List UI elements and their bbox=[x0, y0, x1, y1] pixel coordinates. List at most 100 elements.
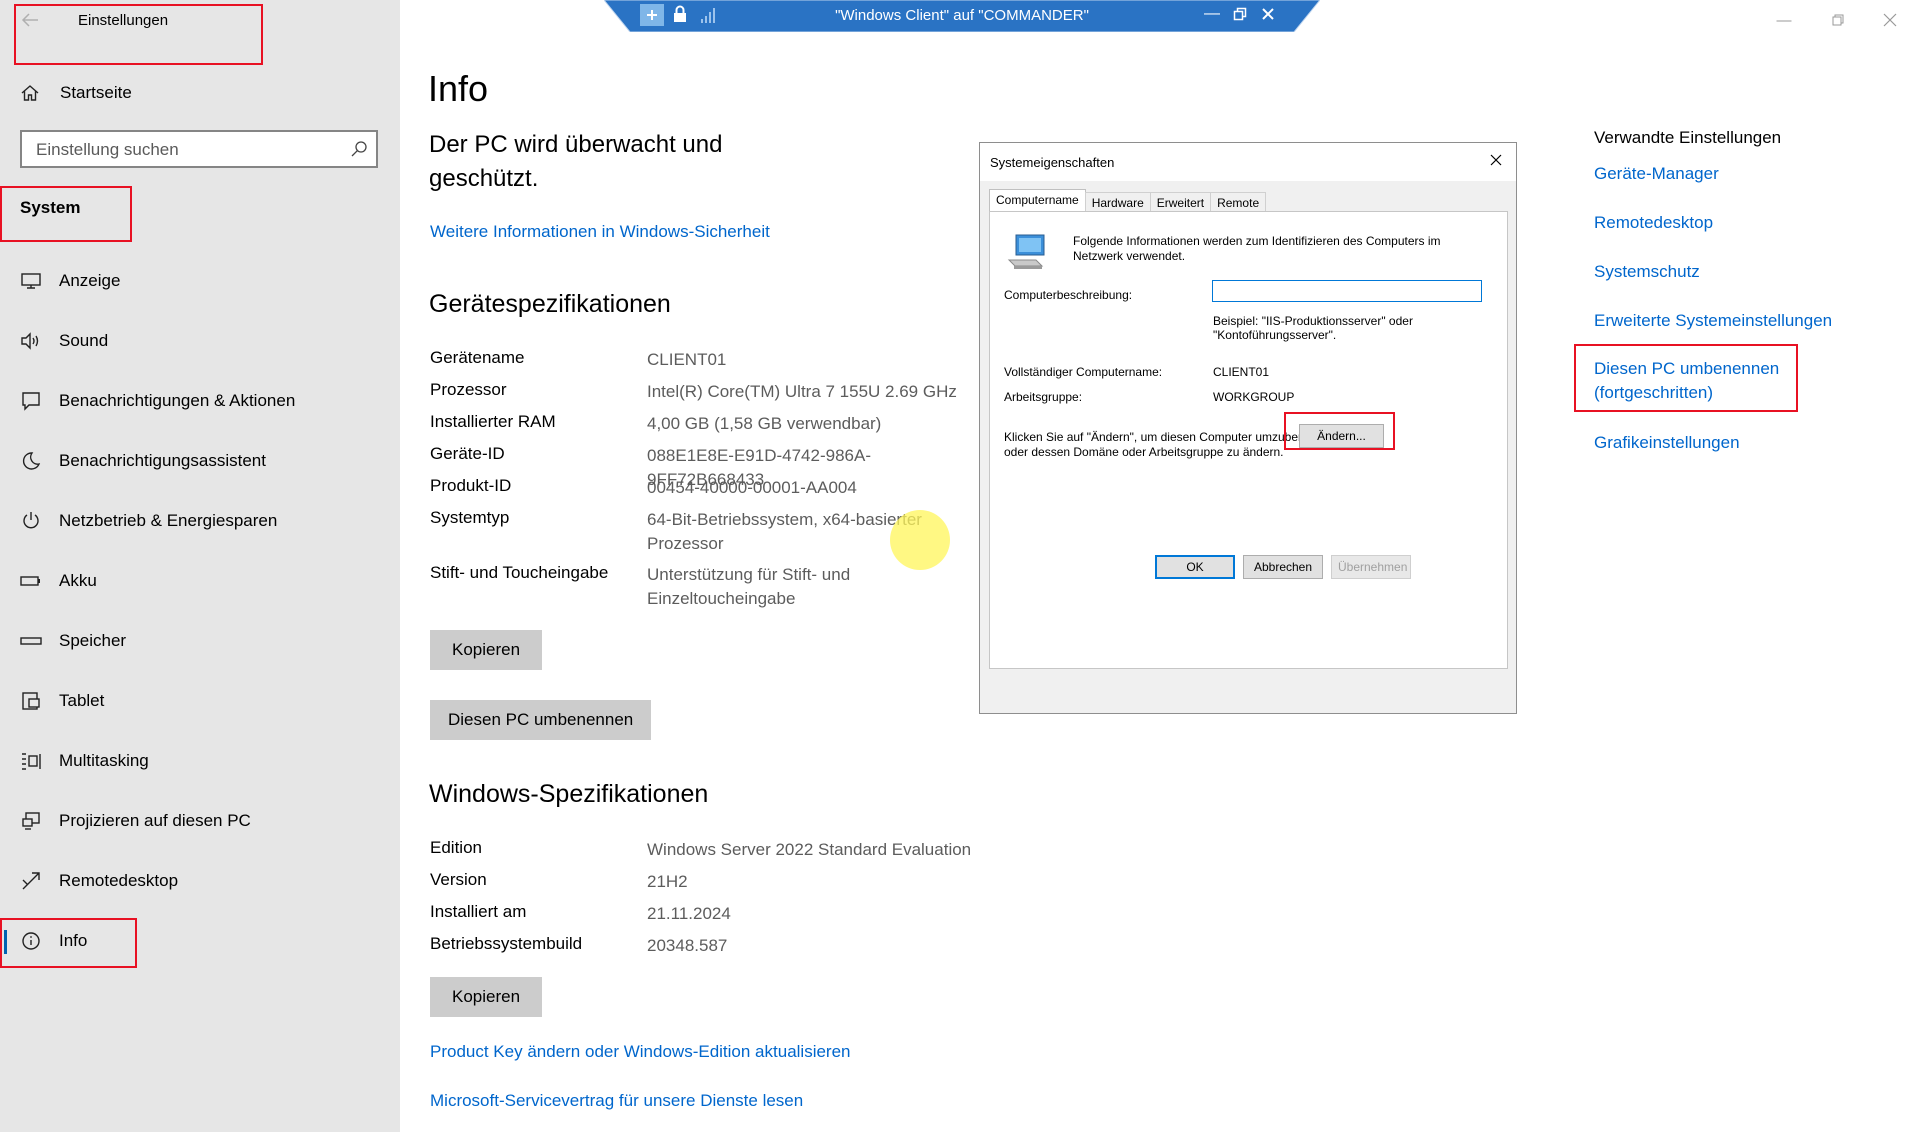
system-protection-link[interactable]: Systemschutz bbox=[1594, 260, 1700, 284]
product-key-link[interactable]: Product Key ändern oder Windows-Edition … bbox=[430, 1042, 851, 1062]
sidebar-item-netzbetrieb[interactable]: Netzbetrieb & Energiesparen bbox=[0, 498, 400, 544]
project-icon bbox=[18, 809, 44, 833]
window-restore-icon[interactable] bbox=[1823, 10, 1853, 30]
sidebar-item-label: Sound bbox=[59, 331, 109, 350]
rename-pc-button[interactable]: Diesen PC umbenennen bbox=[430, 700, 652, 740]
sidebar-item-label: Benachrichtigungen & Aktionen bbox=[59, 391, 296, 410]
workgroup-value: WORKGROUP bbox=[1213, 390, 1295, 404]
ok-button[interactable]: OK bbox=[1155, 555, 1235, 579]
spec-row: Stift- und Toucheingabe Unterstützung fü… bbox=[430, 563, 990, 611]
spec-row: Version 21H2 bbox=[430, 870, 990, 894]
minimize-icon[interactable]: — bbox=[1202, 4, 1222, 24]
sidebar-item-sound[interactable]: Sound bbox=[0, 318, 400, 364]
search-input[interactable] bbox=[22, 132, 348, 168]
sidebar-item-label: Tablet bbox=[59, 691, 105, 710]
dialog-title: Systemeigenschaften bbox=[990, 155, 1115, 170]
sidebar-item-anzeige[interactable]: Anzeige bbox=[0, 258, 400, 304]
full-computer-name-label: Vollständiger Computername: bbox=[1004, 365, 1163, 379]
spec-row: Installiert am 21.11.2024 bbox=[430, 902, 990, 926]
workgroup-label: Arbeitsgruppe: bbox=[1004, 390, 1083, 404]
sidebar-item-label: Remotedesktop bbox=[59, 871, 179, 890]
spec-value: 20348.587 bbox=[647, 936, 728, 955]
sidebar-item-home[interactable]: Startseite bbox=[20, 80, 132, 106]
spec-value: 21H2 bbox=[647, 872, 688, 891]
sidebar-item-label: Benachrichtigungsassistent bbox=[59, 451, 266, 470]
computer-description-input[interactable] bbox=[1212, 280, 1482, 302]
sidebar-item-akku[interactable]: Akku bbox=[0, 558, 400, 604]
device-manager-link[interactable]: Geräte-Manager bbox=[1594, 162, 1719, 186]
spec-key: Installiert am bbox=[430, 902, 527, 921]
cursor-highlight bbox=[890, 510, 950, 570]
battery-icon bbox=[18, 569, 44, 593]
copy-windows-specs-button[interactable]: Kopieren bbox=[430, 977, 543, 1017]
moon-icon bbox=[18, 449, 44, 473]
sidebar-item-label: Netzbetrieb & Energiesparen bbox=[59, 511, 278, 530]
security-link[interactable]: Weitere Informationen in Windows-Sicherh… bbox=[430, 222, 770, 242]
info-text: Folgende Informationen werden zum Identi… bbox=[1073, 234, 1441, 263]
sidebar-item-label: Multitasking bbox=[59, 751, 149, 770]
spec-key: Gerätename bbox=[430, 348, 525, 367]
dialog-titlebar: Systemeigenschaften bbox=[980, 143, 1516, 181]
system-properties-dialog: Systemeigenschaften Computername Hardwar… bbox=[979, 142, 1517, 714]
spec-value: Unterstützung für Stift- und Einzeltouch… bbox=[647, 565, 851, 608]
graphics-settings-link[interactable]: Grafikeinstellungen bbox=[1594, 431, 1740, 455]
remote-icon bbox=[18, 869, 44, 893]
sidebar-item-speicher[interactable]: Speicher bbox=[0, 618, 400, 664]
spec-row: Produkt-ID 00454-40000-00001-AA004 bbox=[430, 476, 990, 500]
search-box[interactable] bbox=[20, 130, 378, 168]
close-icon[interactable] bbox=[1258, 4, 1278, 24]
spec-row: Betriebssystembuild 20348.587 bbox=[430, 934, 990, 958]
spec-value: 00454-40000-00001-AA004 bbox=[647, 478, 857, 497]
highlight-box-change bbox=[1284, 412, 1395, 450]
highlight-box-rename-advanced bbox=[1574, 344, 1798, 412]
sidebar-item-label: Projizieren auf diesen PC bbox=[59, 811, 251, 830]
spec-key: Installierter RAM bbox=[430, 412, 556, 431]
window-minimize-icon[interactable]: — bbox=[1769, 10, 1799, 30]
sidebar-item-label: Startseite bbox=[60, 83, 132, 102]
spec-value: 4,00 GB (1,58 GB verwendbar) bbox=[647, 414, 882, 433]
apply-button[interactable]: Übernehmen bbox=[1331, 555, 1411, 579]
speaker-icon bbox=[18, 329, 44, 353]
search-icon[interactable] bbox=[350, 140, 368, 158]
spec-row: Installierter RAM 4,00 GB (1,58 GB verwe… bbox=[430, 412, 990, 436]
settings-sidebar: Einstellungen Startseite System Anzeige … bbox=[0, 0, 400, 1132]
spec-key: Edition bbox=[430, 838, 482, 857]
computer-description-label: Computerbeschreibung: bbox=[1004, 288, 1133, 302]
advanced-system-settings-link[interactable]: Erweiterte Systemeinstellungen bbox=[1594, 309, 1832, 333]
sidebar-item-label: Anzeige bbox=[59, 271, 121, 290]
sidebar-item-tablet[interactable]: Tablet bbox=[0, 678, 400, 724]
service-agreement-link[interactable]: Microsoft-Servicevertrag für unsere Dien… bbox=[430, 1091, 803, 1111]
sidebar-item-multitasking[interactable]: Multitasking bbox=[0, 738, 400, 784]
restore-icon[interactable] bbox=[1230, 4, 1250, 24]
sidebar-item-benachrichtigungen[interactable]: Benachrichtigungen & Aktionen bbox=[0, 378, 400, 424]
highlight-box-system bbox=[0, 186, 132, 242]
spec-value: Intel(R) Core(TM) Ultra 7 155U 2.69 GHz bbox=[647, 382, 957, 401]
dialog-tabs: Computername Hardware Erweitert Remote bbox=[989, 189, 1267, 214]
spec-row: Gerätename CLIENT01 bbox=[430, 348, 990, 372]
spec-key: Stift- und Toucheingabe bbox=[430, 563, 609, 582]
sidebar-item-projizieren[interactable]: Projizieren auf diesen PC bbox=[0, 798, 400, 844]
sidebar-item-label: Akku bbox=[59, 571, 97, 590]
close-icon[interactable] bbox=[1486, 151, 1506, 171]
cancel-button[interactable]: Abbrechen bbox=[1243, 555, 1323, 579]
monitor-icon bbox=[18, 269, 44, 293]
windows-specs-title: Windows-Spezifikationen bbox=[429, 780, 709, 808]
copy-device-specs-button[interactable]: Kopieren bbox=[430, 630, 543, 670]
spec-value: Windows Server 2022 Standard Evaluation bbox=[647, 840, 972, 859]
computer-icon bbox=[1007, 234, 1045, 269]
device-specs-title: Gerätespezifikationen bbox=[429, 290, 671, 318]
spec-key: Systemtyp bbox=[430, 508, 510, 527]
rdp-connection-bar: "Windows Client" auf "COMMANDER" — bbox=[604, 0, 1320, 32]
spec-key: Produkt-ID bbox=[430, 476, 512, 495]
window-close-icon[interactable] bbox=[1875, 10, 1905, 30]
spec-key: Version bbox=[430, 870, 487, 889]
sidebar-item-assistent[interactable]: Benachrichtigungsassistent bbox=[0, 438, 400, 484]
sidebar-item-remotedesktop[interactable]: Remotedesktop bbox=[0, 858, 400, 904]
spec-row: Prozessor Intel(R) Core(TM) Ultra 7 155U… bbox=[430, 380, 990, 404]
description-example: Beispiel: "IIS-Produktionsserver" oder "… bbox=[1213, 314, 1413, 342]
storage-icon bbox=[18, 629, 44, 653]
remote-desktop-link[interactable]: Remotedesktop bbox=[1594, 211, 1713, 235]
notification-icon bbox=[18, 389, 44, 413]
spec-value: 21.11.2024 bbox=[647, 904, 731, 923]
page-title: Info bbox=[428, 68, 489, 109]
